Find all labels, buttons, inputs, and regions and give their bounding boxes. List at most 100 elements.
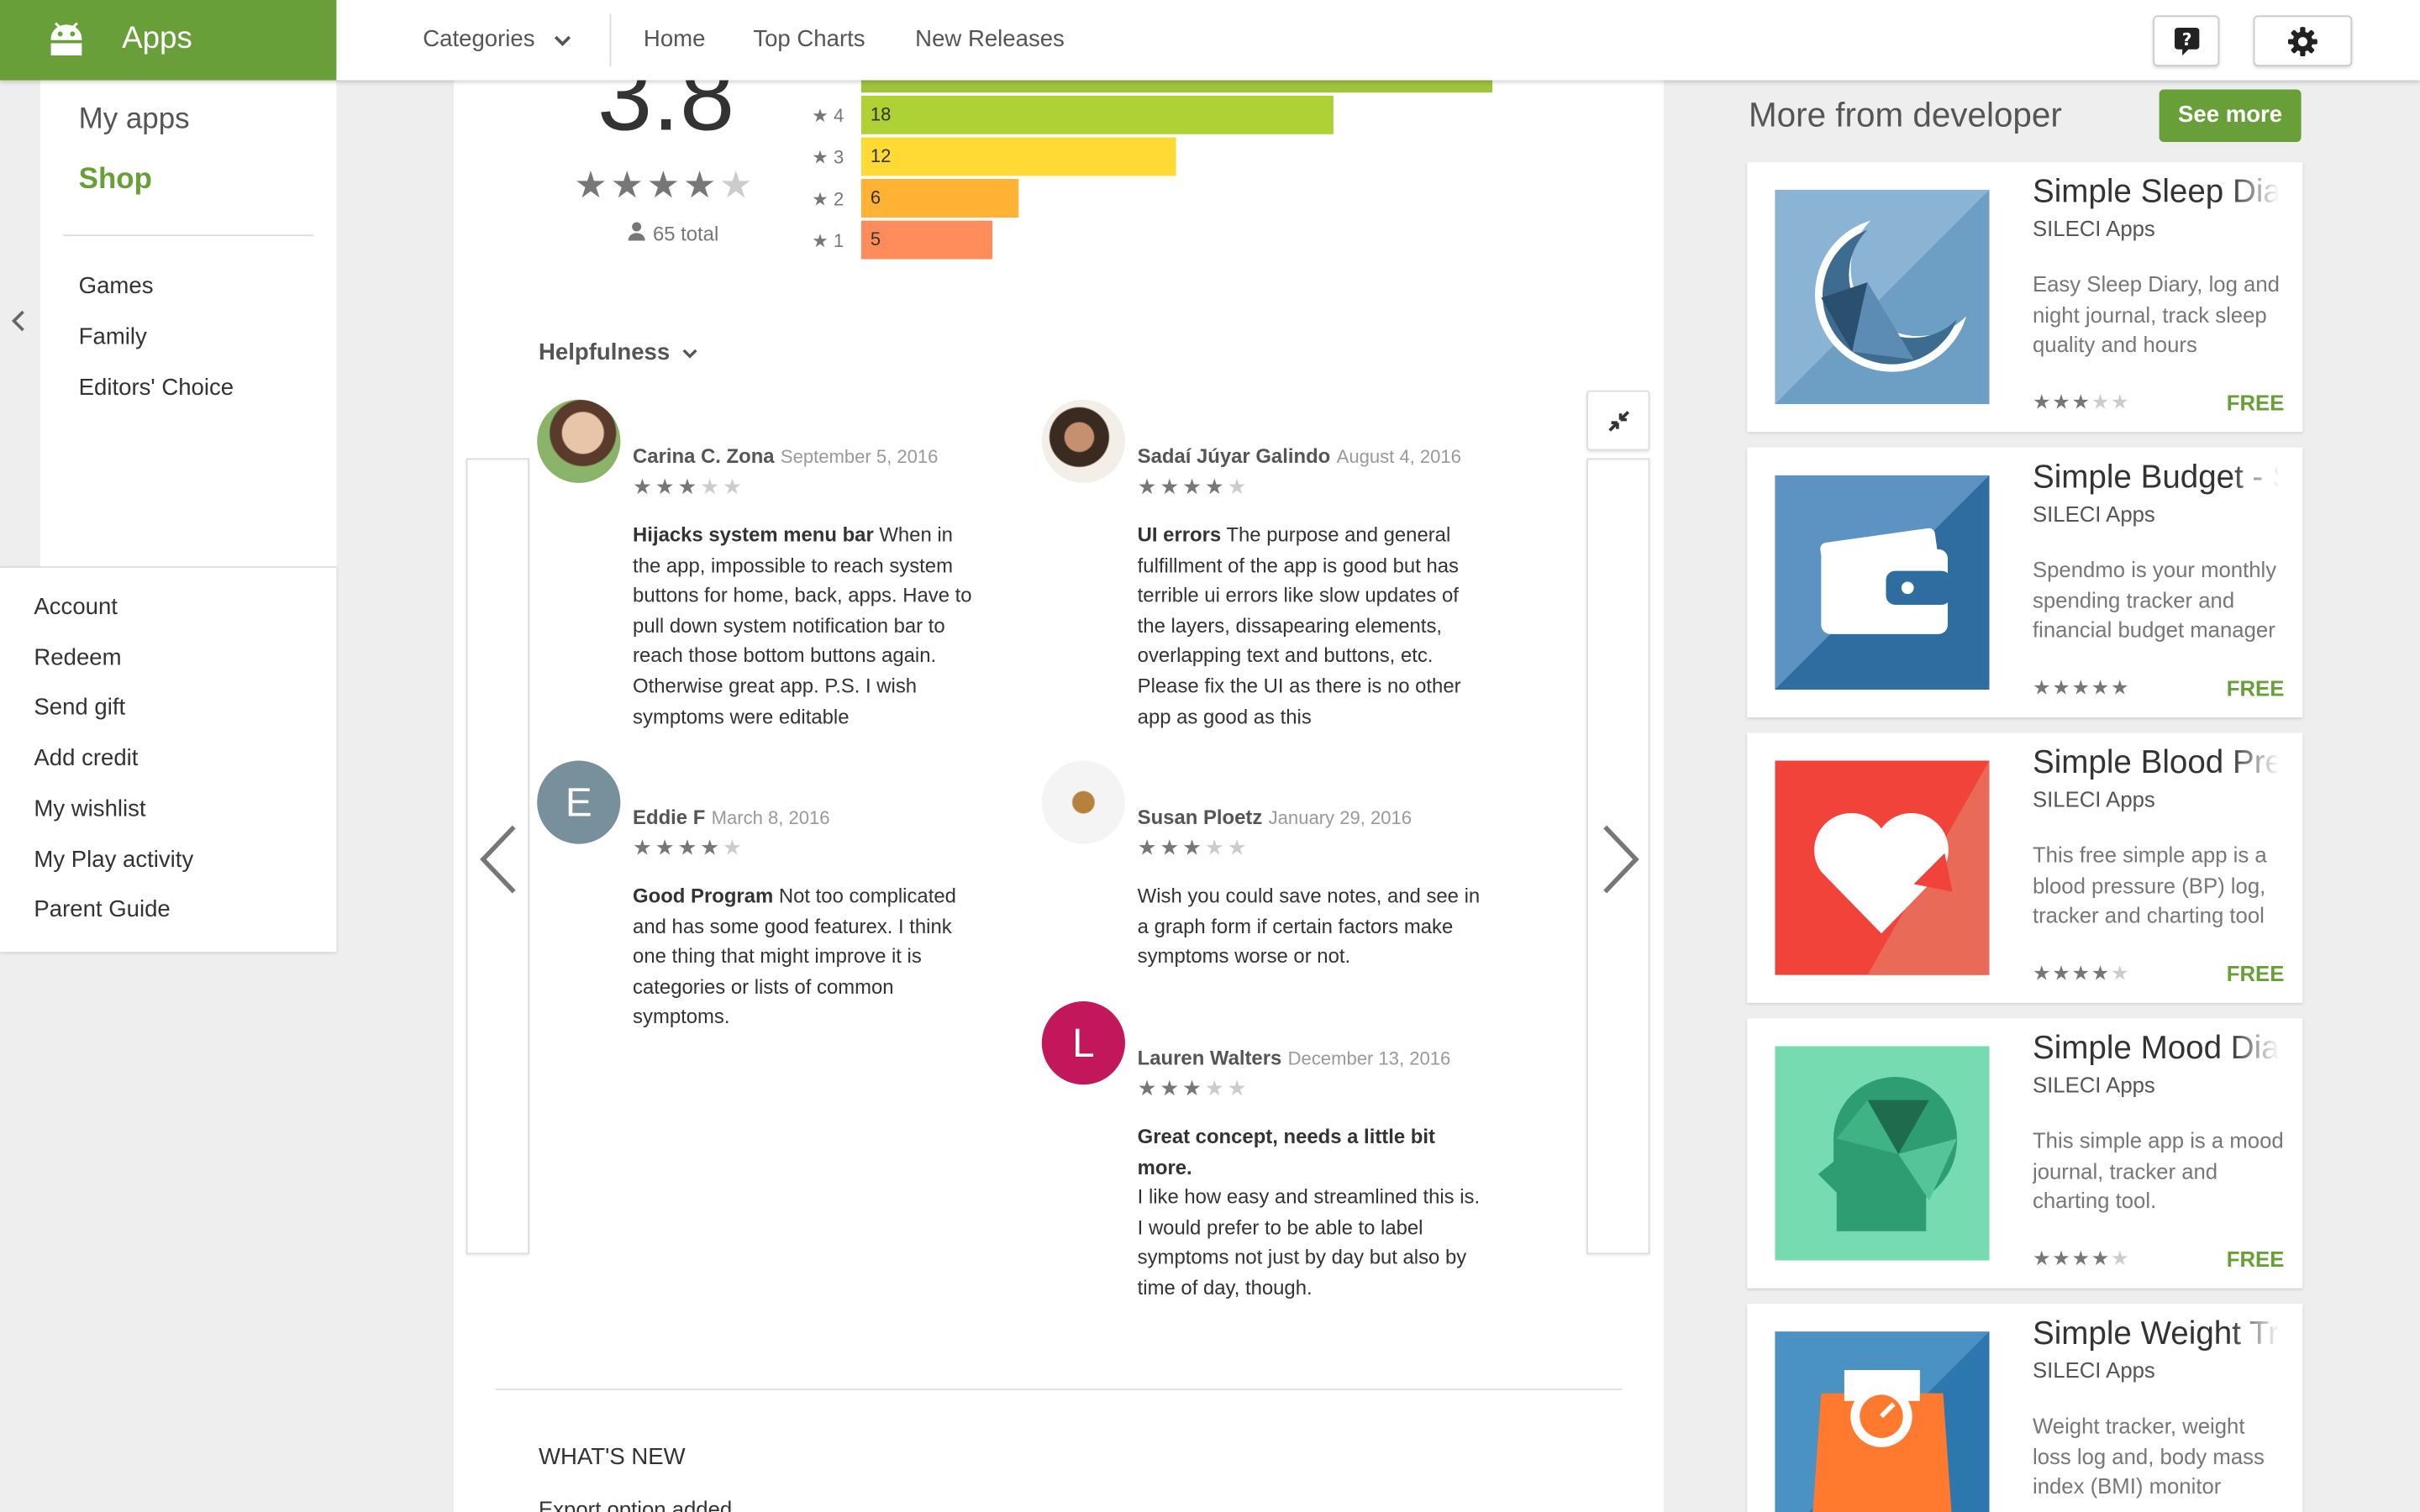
developer-app-card[interactable]: Simple Budget - Spendmo SILECI Apps Spendm…: [1747, 447, 2303, 718]
apps-brand[interactable]: Apps: [0, 0, 337, 81]
collapse-icon: [1607, 409, 1631, 442]
nav-home[interactable]: Home: [644, 26, 705, 52]
app-title[interactable]: Simple Weight Tracker: [2033, 1316, 2280, 1353]
app-developer[interactable]: SILECI Apps: [2033, 1357, 2155, 1382]
review-date: December 13, 2016: [1287, 1047, 1451, 1069]
sidebar-item-parent-guide[interactable]: Parent Guide: [34, 896, 170, 922]
review-author: Carina C. Zona September 5, 2016: [633, 444, 939, 468]
app-developer[interactable]: SILECI Apps: [2033, 216, 2155, 240]
whats-new-text: Export option added: [539, 1496, 733, 1512]
sort-dropdown[interactable]: Helpfulness: [539, 339, 698, 365]
reviews-panel: 3.8 ★★★★★ 65 total ★ 4 18 ★ 3 12 ★ 2 6 ★ 15 He…: [454, 46, 1665, 1512]
chevron-down-icon: [554, 26, 571, 52]
sidebar-item-my-play-activity[interactable]: My Play activity: [34, 846, 193, 872]
sidebar-item-my-wishlist[interactable]: My wishlist: [34, 795, 145, 822]
app-title[interactable]: Simple Mood Diary: [2033, 1031, 2280, 1068]
sidebar-item-family[interactable]: Family: [79, 324, 147, 350]
next-reviews-button[interactable]: [1586, 458, 1650, 1255]
histogram-bar-1: 5: [860, 220, 993, 260]
histogram-label: ★ 4: [812, 104, 844, 127]
histogram-row-4: ★ 4 18: [808, 95, 1580, 134]
app-price: FREE: [2226, 961, 2285, 986]
android-icon: [47, 22, 86, 64]
developer-app-card[interactable]: Simple Mood Diary SILECI Apps This simple …: [1747, 1018, 2303, 1289]
gear-icon: [2287, 26, 2318, 65]
app-title: Apps: [122, 21, 192, 56]
settings-button[interactable]: [2253, 15, 2353, 66]
chevron-down-icon: [682, 339, 697, 365]
histogram-bar-5: [860, 80, 1493, 93]
review-author: Eddie F March 8, 2016: [633, 805, 830, 829]
app-stars: ★★★★★: [2032, 1247, 2131, 1270]
review-date: September 5, 2016: [780, 445, 939, 468]
previous-reviews-button[interactable]: [466, 458, 530, 1255]
developer-app-card[interactable]: Simple Weight Tracker SILECI Apps Weight t…: [1747, 1304, 2303, 1512]
avatar[interactable]: [537, 399, 621, 483]
review-title: UI errors: [1137, 522, 1222, 547]
app-description: This free simple app is a blood pressure…: [2032, 842, 2267, 928]
avatar[interactable]: [1041, 760, 1125, 844]
review-text: UI errors The purpose and general fulfil…: [1137, 522, 1461, 728]
app-price: FREE: [2226, 390, 2285, 416]
review-text: Good Program Not too complicated and has…: [633, 884, 956, 1028]
avatar[interactable]: [1041, 399, 1125, 483]
avatar[interactable]: L: [1041, 1001, 1125, 1085]
sidebar-item-editors-choice[interactable]: Editors' Choice: [79, 375, 234, 401]
moon-icon[interactable]: [1775, 189, 1990, 405]
sidebar-item-add-credit[interactable]: Add credit: [34, 745, 138, 771]
head-icon[interactable]: [1775, 1046, 1990, 1261]
rating-total: 65 total: [628, 222, 718, 245]
app-title[interactable]: Simple Budget - Spendmo: [2033, 459, 2280, 496]
more-from-developer-heading: More from developer: [1749, 95, 2062, 134]
app-stars: ★★★★★: [2032, 390, 2131, 414]
scale-icon[interactable]: [1775, 1331, 1990, 1512]
app-developer[interactable]: SILECI Apps: [2033, 787, 2155, 811]
app-description: Easy Sleep Diary, log and night journal,…: [2032, 271, 2280, 357]
app-price: FREE: [2226, 1247, 2285, 1272]
sidebar-collapse-strip[interactable]: [0, 80, 40, 567]
sidebar-item-send-gift[interactable]: Send gift: [34, 695, 125, 721]
sidebar-item-my-apps[interactable]: My apps: [79, 103, 190, 137]
categories-dropdown[interactable]: Categories: [423, 26, 571, 52]
histogram-bar-2: 6: [860, 179, 1019, 218]
heart-icon[interactable]: [1775, 760, 1990, 975]
app-title[interactable]: Simple Sleep Diary: [2033, 175, 2280, 212]
person-icon: [628, 222, 645, 245]
sidebar-item-shop[interactable]: Shop: [79, 164, 152, 197]
avatar[interactable]: E: [537, 760, 621, 844]
review-author: Lauren Walters December 13, 2016: [1137, 1046, 1451, 1069]
histogram-bar-4: 18: [860, 95, 1334, 134]
nav-new-releases[interactable]: New Releases: [915, 26, 1065, 52]
app-price: FREE: [2226, 675, 2285, 701]
chevron-right-icon: [1601, 824, 1641, 903]
app-description: This simple app is a mood journal, track…: [2032, 1127, 2284, 1214]
review-text: Hijacks system menu bar When in the app,…: [633, 522, 972, 728]
developer-app-card[interactable]: Simple Blood Pressure SILECI Apps This fre…: [1747, 732, 2303, 1003]
review-stars: ★★★★★: [633, 473, 745, 499]
sidebar-item-games[interactable]: Games: [79, 273, 154, 299]
nav-top-charts[interactable]: Top Charts: [753, 26, 865, 52]
collapse-button[interactable]: [1586, 390, 1650, 451]
review-date: January 29, 2016: [1268, 806, 1413, 829]
review-date: March 8, 2016: [711, 806, 830, 829]
histogram-row-3: ★ 3 12: [808, 137, 1580, 176]
help-button[interactable]: ?: [2153, 15, 2220, 66]
wallet-icon[interactable]: [1775, 475, 1990, 690]
developer-app-card[interactable]: Simple Sleep Diary SILECI Apps Easy Sleep …: [1747, 161, 2303, 433]
app-title[interactable]: Simple Blood Pressure: [2033, 745, 2280, 782]
review-date: August 4, 2016: [1336, 445, 1461, 468]
app-developer[interactable]: SILECI Apps: [2033, 1073, 2155, 1097]
chevron-left-icon: [478, 824, 518, 903]
histogram-label: ★ 3: [812, 146, 844, 169]
review-title: Great concept, needs a little bit more.: [1137, 1124, 1435, 1179]
review-text: Wish you could save notes, and see in a …: [1137, 884, 1481, 968]
histogram-label: ★ 2: [812, 188, 844, 210]
review-stars: ★★★★★: [1137, 1075, 1250, 1100]
app-developer[interactable]: SILECI Apps: [2033, 501, 2155, 526]
sidebar-item-redeem[interactable]: Redeem: [34, 644, 121, 670]
see-more-button[interactable]: See more: [2159, 89, 2302, 142]
app-stars: ★★★★★: [2032, 961, 2131, 984]
review-author: Sadaí Júyar Galindo August 4, 2016: [1137, 444, 1461, 468]
whats-new-heading: WHAT'S NEW: [539, 1444, 686, 1471]
sidebar-item-account[interactable]: Account: [34, 594, 118, 620]
